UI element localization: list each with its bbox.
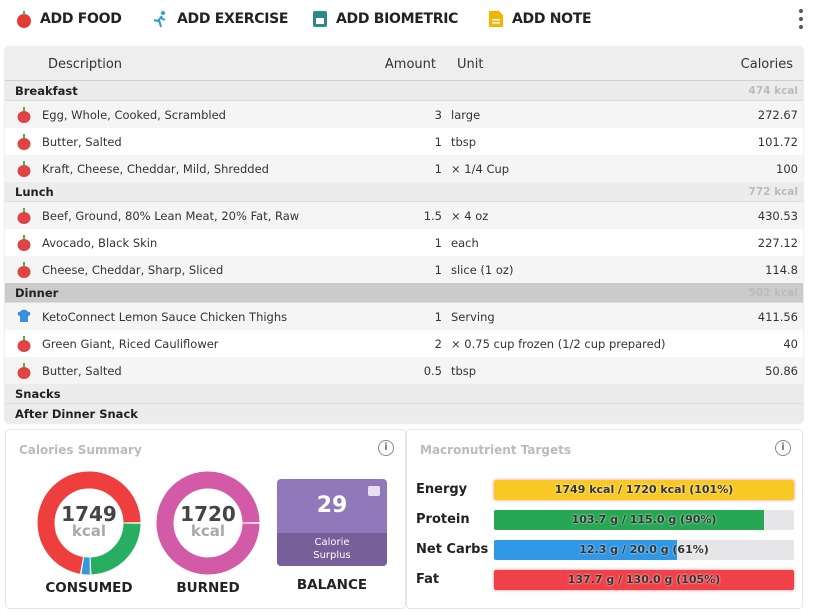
food-row[interactable]: Butter, Salted 0.5 tbsp 50.86 [5,357,803,384]
more-options-icon[interactable] [799,9,805,29]
col-description: Description [48,57,123,72]
apple-icon [17,161,31,180]
food-diary-table: Description Amount Unit Calories Breakfa… [5,47,803,423]
apple-icon [17,336,31,355]
add-note-button[interactable]: ADD NOTE [488,10,592,28]
consumed-label: CONSUMED [45,580,133,596]
meal-section-header[interactable]: After Dinner Snack [5,404,803,423]
balance-label: BALANCE [296,577,368,593]
food-row[interactable]: Egg, Whole, Cooked, Scrambled 3 large 272.6… [5,101,803,128]
add-biometric-button[interactable]: ADD BIOMETRIC [312,10,458,28]
balance-value: 29 [316,493,348,518]
burned-label: BURNED [176,580,240,596]
section-kcal: 474 kcal [748,85,798,97]
food-row[interactable]: Butter, Salted 1 tbsp 101.72 [5,128,803,155]
apple-icon [17,11,31,28]
note-icon [489,11,503,27]
calories-summary-title: Calories Summary [19,443,142,457]
apple-icon [17,208,31,227]
info-icon[interactable]: i [775,440,791,456]
apple-icon [17,262,31,281]
col-amount: Amount [384,57,436,72]
macro-row-energy: Energy 1749 kcal / 1720 kcal (101%) [416,478,796,502]
chef-hat-icon [17,309,31,327]
food-row[interactable]: Kraft, Cheese, Cheddar, Mild, Shredded 1 ×… [5,155,803,182]
macro-targets-title: Macronutrient Targets [420,443,572,457]
calories-summary-panel: Calories Summary i 1749 kcal CONSUMED 172… [5,429,406,609]
running-person-icon [153,11,166,28]
section-kcal: 772 kcal [748,186,798,198]
meal-section-header[interactable]: Dinner 502 kcal [5,283,803,303]
macronutrient-targets-panel: Macronutrient Targets i Energy 1749 kcal … [406,429,803,609]
consumed-value: 1749 kcal [61,502,117,540]
meal-section-header[interactable]: Breakfast 474 kcal [5,81,803,101]
add-food-button[interactable]: ADD FOOD [16,10,122,28]
table-header: Description Amount Unit Calories [5,47,803,81]
progress-bar: 103.7 g / 115.0 g (90%) [494,510,794,530]
balance-subtitle: Calorie Surplus [277,533,387,566]
progress-bar: 1749 kcal / 1720 kcal (101%) [494,480,794,500]
col-unit: Unit [457,57,484,72]
macro-row-net-carbs: Net Carbs 12.3 g / 20.0 g (61%) [416,538,796,562]
table-body: Breakfast 474 kcal Egg, Whole, Cooked, Scr… [5,81,803,423]
progress-bar: 137.7 g / 130.0 g (105%) [494,570,794,590]
progress-bar: 12.3 g / 20.0 g (61%) [494,540,794,560]
food-row[interactable]: KetoConnect Lemon Sauce Chicken Thighs 1 S… [5,303,803,330]
scale-icon [313,11,327,27]
apple-icon [17,363,31,382]
macro-row-protein: Protein 103.7 g / 115.0 g (90%) [416,508,796,532]
balance-card[interactable]: 29 Calorie Surplus [277,479,387,566]
toolbar: ADD FOOD ADD EXERCISE ADD BIOMETRIC ADD … [0,0,831,40]
macro-row-fat: Fat 137.7 g / 130.0 g (105%) [416,568,796,592]
burned-value: 1720 kcal [180,502,236,540]
meal-section-header[interactable]: Lunch 772 kcal [5,182,803,202]
meal-section-header[interactable]: Snacks [5,384,803,404]
apple-icon [17,107,31,126]
section-kcal: 502 kcal [748,287,798,299]
apple-icon [17,134,31,153]
info-icon[interactable]: i [378,440,394,456]
food-row[interactable]: Green Giant, Riced Cauliflower 2 × 0.75 cu… [5,330,803,357]
food-row[interactable]: Avocado, Black Skin 1 each 227.12 [5,229,803,256]
food-row[interactable]: Beef, Ground, 80% Lean Meat, 20% Fat, Ra… [5,202,803,229]
food-row[interactable]: Cheese, Cheddar, Sharp, Sliced 1 slice (1 … [5,256,803,283]
col-calories: Calories [740,57,793,72]
add-exercise-button[interactable]: ADD EXERCISE [151,10,288,28]
apple-icon [17,235,31,254]
